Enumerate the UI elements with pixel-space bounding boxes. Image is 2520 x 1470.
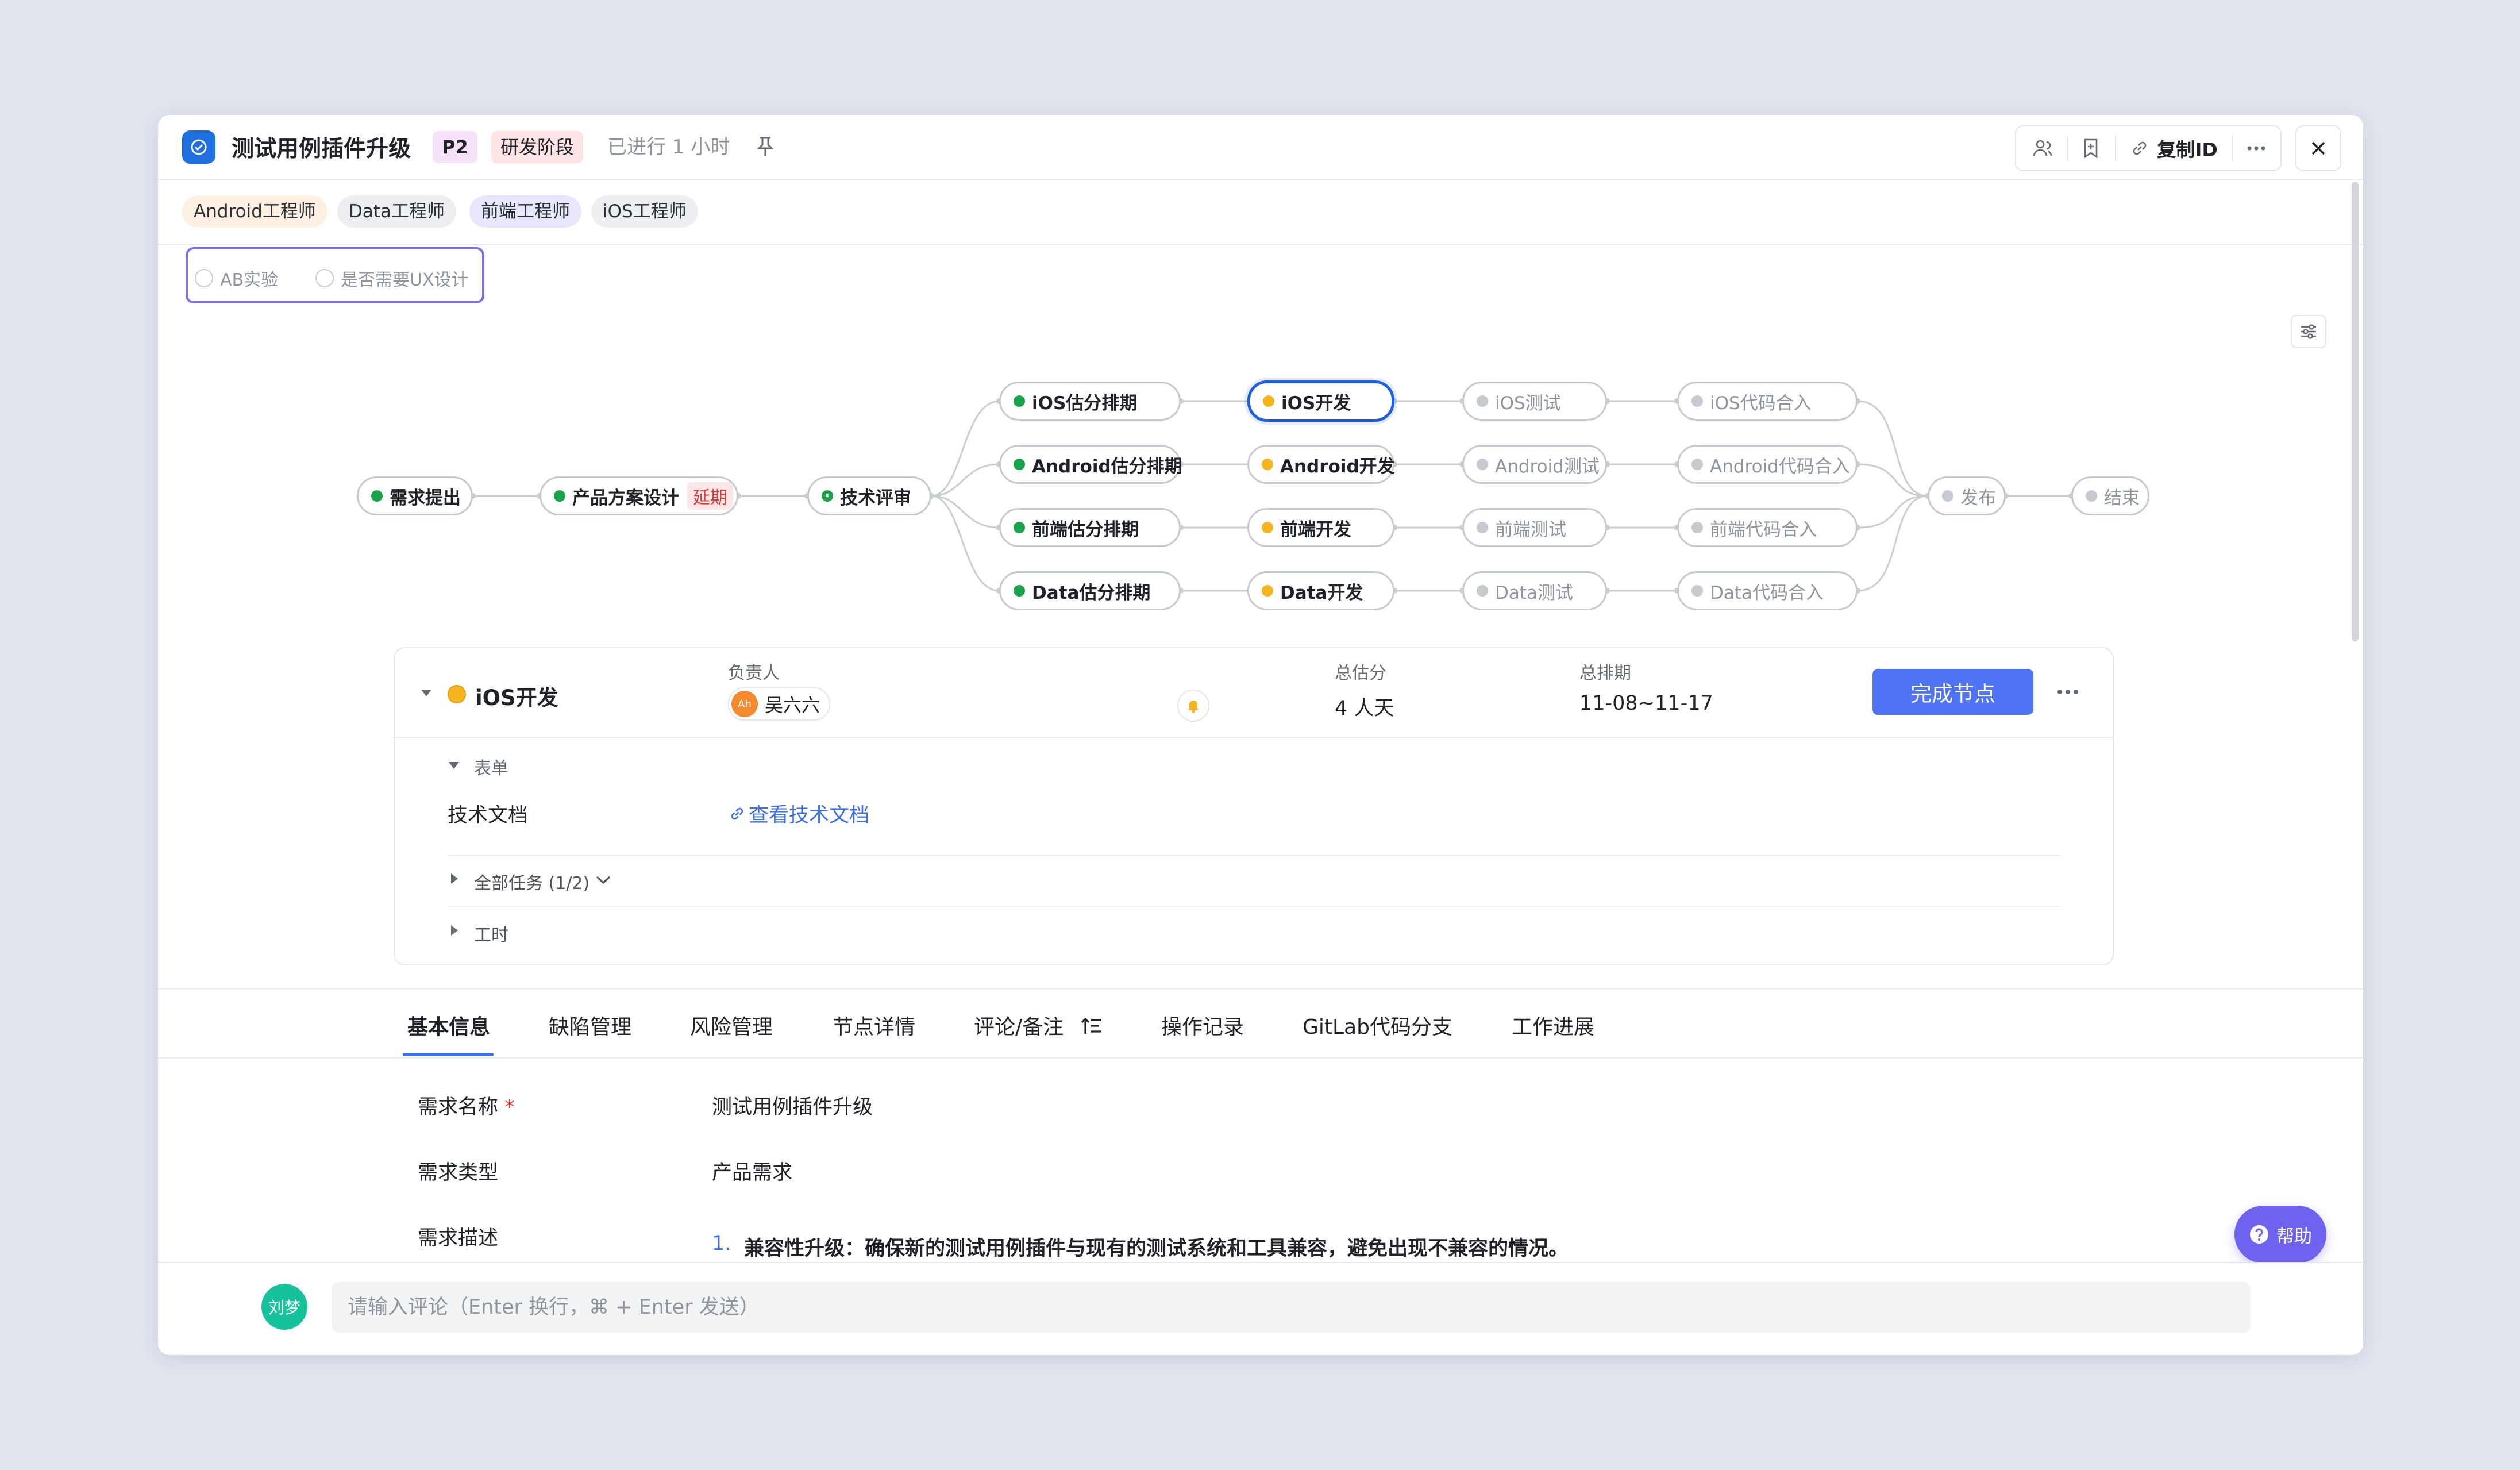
flow-node-tech-review[interactable]: 技术评审 — [807, 476, 931, 515]
scrollbar[interactable] — [2352, 182, 2359, 641]
link-icon — [731, 807, 743, 819]
desc-list-index: 1. — [712, 1232, 731, 1255]
flow-node-frontend-estimate[interactable]: 前端估分排期 — [999, 508, 1181, 547]
flow-node-data-test[interactable]: Data测试 — [1462, 571, 1607, 610]
doc-link[interactable]: 查看技术文档 — [728, 799, 869, 828]
doc-link-label: 查看技术文档 — [749, 804, 870, 827]
node-name: iOS开发 — [475, 686, 558, 710]
flow-node-release[interactable]: 发布 — [1928, 476, 2006, 515]
doc-field-label: 技术文档 — [448, 804, 529, 827]
flow-node-product-design[interactable]: 产品方案设计 延期 — [540, 476, 738, 515]
flow-node-android-merge[interactable]: Android代码合入 — [1677, 445, 1858, 484]
flow-node-request[interactable]: 需求提出 — [357, 476, 473, 515]
caret-down-icon[interactable] — [448, 761, 460, 770]
owner-name: 吴六六 — [765, 694, 820, 716]
tab-comments[interactable]: 评论/备注 — [974, 1010, 1104, 1040]
complete-node-button[interactable]: 完成节点 — [1872, 669, 2033, 715]
flow-node-ios-test[interactable]: iOS测试 — [1462, 382, 1607, 421]
owner-label: 负责人 — [728, 663, 780, 683]
worktime-toggle[interactable]: 工时 — [474, 921, 508, 946]
detail-tabs: 基本信息 缺陷管理 风险管理 节点详情 评论/备注 操作记录 GitLab代码分… — [158, 988, 2363, 1059]
field-label-name-text: 需求名称 — [418, 1096, 499, 1119]
flow-node-data-merge[interactable]: Data代码合入 — [1677, 571, 1858, 610]
field-label-name: 需求名称 * — [418, 1091, 515, 1120]
flow-node-android-test[interactable]: Android测试 — [1462, 445, 1607, 484]
caret-right-icon[interactable] — [450, 924, 459, 937]
flow-node-ios-merge[interactable]: iOS代码合入 — [1677, 382, 1858, 421]
node-detail-card: iOS开发 负责人 Ah 吴六六 总估分 4 人天 总排期 11-08~11-1… — [394, 647, 2114, 965]
caret-down-icon[interactable] — [420, 688, 433, 698]
flow-node-end[interactable]: 结束 — [2071, 476, 2149, 515]
status-dot — [448, 685, 466, 703]
caret-right-icon[interactable] — [450, 872, 459, 885]
avatar: 刘梦 — [261, 1284, 307, 1330]
requirement-panel: 测试用例插件升级 P2 研发阶段 已进行 1 小时 复制ID Android工程… — [158, 115, 2363, 1355]
delay-badge: 延期 — [687, 482, 733, 510]
all-tasks-toggle[interactable]: 全部任务 (1/2) — [474, 869, 589, 894]
avatar: Ah — [731, 691, 758, 717]
comment-input[interactable]: 请输入评论（Enter 换行，⌘ + Enter 发送） — [332, 1282, 2251, 1333]
owner-chip[interactable]: Ah 吴六六 — [728, 687, 831, 721]
notify-button[interactable] — [1177, 690, 1209, 722]
points-value: 4 人天 — [1335, 697, 1394, 720]
flow-node-data-estimate[interactable]: Data估分排期 — [999, 571, 1181, 610]
form-section-label: 表单 — [474, 759, 508, 779]
field-value-desc[interactable]: 兼容性升级：确保新的测试用例插件与现有的测试系统和工具兼容，避免出现不兼容的情况… — [744, 1232, 1569, 1261]
flow-node-android-dev[interactable]: Android开发 — [1247, 445, 1395, 484]
flow-node-ios-estimate[interactable]: iOS估分排期 — [999, 382, 1181, 421]
active-tab-indicator — [403, 1053, 494, 1056]
flag-icon — [822, 490, 833, 502]
tab-risks[interactable]: 风险管理 — [690, 1010, 773, 1040]
required-mark: * — [504, 1096, 515, 1119]
help-button[interactable]: 帮助 — [2234, 1206, 2326, 1263]
flow-node-data-dev[interactable]: Data开发 — [1247, 571, 1394, 610]
field-value-name[interactable]: 测试用例插件升级 — [712, 1091, 873, 1120]
schedule-label: 总排期 — [1579, 663, 1631, 683]
comment-bar: 刘梦 请输入评论（Enter 换行，⌘ + Enter 发送） — [158, 1262, 2363, 1355]
flow-node-frontend-dev[interactable]: 前端开发 — [1247, 508, 1394, 547]
question-icon — [2250, 1225, 2268, 1244]
sort-icon[interactable] — [1081, 1017, 1104, 1036]
more-icon[interactable] — [2056, 688, 2079, 695]
flow-node-android-estimate[interactable]: Android估分排期 — [999, 445, 1182, 484]
bell-icon — [1188, 701, 1199, 713]
flow-node-frontend-merge[interactable]: 前端代码合入 — [1677, 508, 1858, 547]
tab-comments-label: 评论/备注 — [974, 1015, 1064, 1039]
tab-progress[interactable]: 工作进展 — [1512, 1010, 1594, 1040]
schedule-value: 11-08~11-17 — [1579, 692, 1713, 715]
flow-connectors — [470, 398, 2074, 594]
help-label: 帮助 — [2276, 1226, 2312, 1247]
flow-node-ios-dev[interactable]: iOS开发 — [1247, 380, 1394, 422]
flow-node-frontend-test[interactable]: 前端测试 — [1462, 508, 1607, 547]
tab-basic-info[interactable]: 基本信息 — [407, 1010, 490, 1040]
field-label-desc: 需求描述 — [418, 1227, 499, 1250]
points-label: 总估分 — [1335, 663, 1386, 683]
tab-gitlab-branches[interactable]: GitLab代码分支 — [1303, 1010, 1452, 1040]
tab-defects[interactable]: 缺陷管理 — [549, 1010, 631, 1040]
tab-operation-log[interactable]: 操作记录 — [1161, 1010, 1244, 1040]
tab-node-details[interactable]: 节点详情 — [833, 1010, 915, 1040]
field-label-type: 需求类型 — [418, 1161, 499, 1184]
chevron-down-icon[interactable] — [595, 875, 612, 885]
field-value-type[interactable]: 产品需求 — [712, 1156, 792, 1186]
